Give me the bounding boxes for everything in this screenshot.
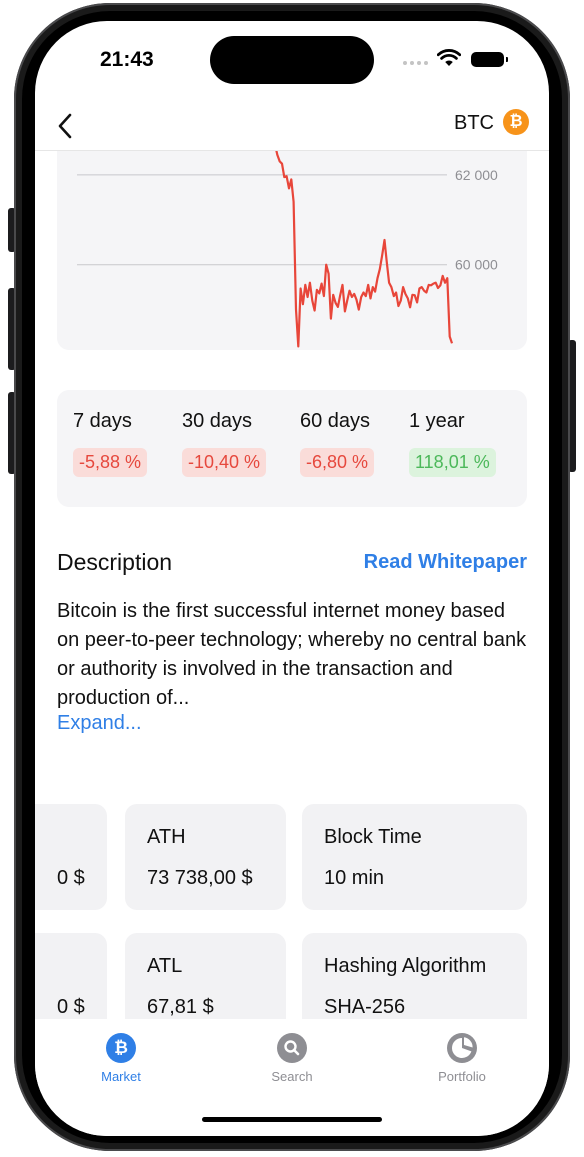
status-bar: 21:43 <box>35 21 549 105</box>
stat-value: 67,81 $ <box>147 996 214 1018</box>
cellular-signal-icon <box>403 61 428 65</box>
performance-badge: -5,88 % <box>73 448 148 477</box>
read-whitepaper-link[interactable]: Read Whitepaper <box>364 551 527 574</box>
description-title: Description <box>57 549 173 575</box>
price-line <box>275 150 454 348</box>
performance-label: 60 days <box>300 410 371 432</box>
performance-30-days: 30 days -10,40 % <box>182 410 267 477</box>
coin-symbol: BTC <box>454 112 494 134</box>
stat-card-ath: ATH 73 738,00 $ <box>125 804 286 910</box>
description-text: Bitcoin is the first successful internet… <box>57 600 527 709</box>
stat-card-atl: ATL 67,81 $ <box>125 933 286 1019</box>
stat-card-hashing-algorithm: Hashing Algorithm SHA-256 <box>302 933 527 1019</box>
performance-60-days: 60 days -6,80 % <box>300 410 375 477</box>
performance-card: 7 days -5,88 % 30 days -10,40 % 60 days … <box>57 390 527 507</box>
price-chart-svg: 62 000 60 000 <box>77 150 498 348</box>
tab-bar: ₿ Market Search Portfolio <box>35 1019 549 1136</box>
status-time: 21:43 <box>100 48 154 71</box>
dynamic-island <box>210 36 374 84</box>
bitcoin-logo-icon: ₿ <box>503 109 529 135</box>
stat-card: 0 $ <box>35 933 107 1019</box>
y-tick-label: 60 000 <box>455 257 498 273</box>
tab-search[interactable]: Search <box>232 1033 352 1084</box>
tab-label: Portfolio <box>438 1069 486 1084</box>
expand-link[interactable]: Expand... <box>57 712 142 735</box>
performance-label: 30 days <box>182 410 253 432</box>
battery-icon <box>471 52 508 67</box>
tab-label: Market <box>101 1069 141 1084</box>
stat-card: 0 $ <box>35 804 107 910</box>
stat-value: SHA-256 <box>324 996 406 1018</box>
performance-label: 7 days <box>73 410 132 432</box>
performance-badge: -10,40 % <box>182 448 267 477</box>
wifi-icon <box>437 49 461 66</box>
stat-label: ATH <box>147 826 186 848</box>
stat-value: 10 min <box>324 867 385 889</box>
home-indicator <box>202 1117 382 1122</box>
stat-value: 0 $ <box>57 867 85 889</box>
y-tick-label: 62 000 <box>455 167 498 183</box>
scroll-content[interactable]: 62 000 60 000 7 days -5,88 % 30 days -10,… <box>35 150 549 1019</box>
performance-badge: 118,01 % <box>409 448 496 477</box>
search-icon <box>277 1033 307 1063</box>
chevron-left-icon[interactable] <box>55 111 77 141</box>
performance-7-days: 7 days -5,88 % <box>73 410 148 477</box>
stat-card-block-time: Block Time 10 min <box>302 804 527 910</box>
performance-badge: -6,80 % <box>300 448 375 477</box>
bitcoin-icon: ₿ <box>106 1033 136 1063</box>
tab-portfolio[interactable]: Portfolio <box>402 1033 522 1084</box>
performance-label: 1 year <box>409 410 465 432</box>
pie-chart-icon <box>447 1033 477 1063</box>
tab-market[interactable]: ₿ Market <box>61 1033 181 1084</box>
stat-label: ATL <box>147 955 183 977</box>
stat-label: Block Time <box>324 826 422 848</box>
price-chart: 62 000 60 000 <box>57 150 527 350</box>
stat-value: 0 $ <box>57 996 85 1018</box>
stat-value: 73 738,00 $ <box>147 867 253 889</box>
performance-1-year: 1 year 118,01 % <box>409 410 496 477</box>
stat-label: Hashing Algorithm <box>324 955 487 977</box>
screen: 21:43 BTC ₿ 62 000 60 000 7 days -5,88 % … <box>35 21 549 1136</box>
navigation-bar: BTC ₿ <box>35 105 549 151</box>
tab-label: Search <box>271 1069 313 1084</box>
